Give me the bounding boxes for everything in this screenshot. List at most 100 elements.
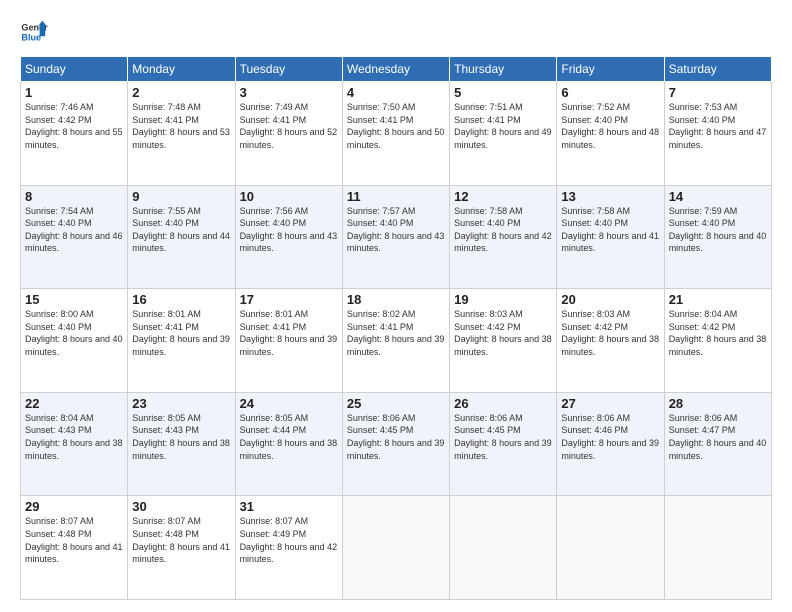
calendar-cell: 7 Sunrise: 7:53 AMSunset: 4:40 PMDayligh… — [664, 82, 771, 186]
day-number: 20 — [561, 292, 659, 307]
calendar-cell: 3 Sunrise: 7:49 AMSunset: 4:41 PMDayligh… — [235, 82, 342, 186]
calendar-table: SundayMondayTuesdayWednesdayThursdayFrid… — [20, 56, 772, 600]
calendar-cell: 6 Sunrise: 7:52 AMSunset: 4:40 PMDayligh… — [557, 82, 664, 186]
day-info: Sunrise: 8:01 AMSunset: 4:41 PMDaylight:… — [132, 309, 230, 357]
day-number: 26 — [454, 396, 552, 411]
day-info: Sunrise: 7:50 AMSunset: 4:41 PMDaylight:… — [347, 102, 445, 150]
logo-icon: General Blue — [20, 18, 48, 46]
day-info: Sunrise: 7:48 AMSunset: 4:41 PMDaylight:… — [132, 102, 230, 150]
calendar-week-3: 15 Sunrise: 8:00 AMSunset: 4:40 PMDaylig… — [21, 289, 772, 393]
calendar-cell: 26 Sunrise: 8:06 AMSunset: 4:45 PMDaylig… — [450, 392, 557, 496]
day-info: Sunrise: 8:06 AMSunset: 4:45 PMDaylight:… — [454, 413, 552, 461]
day-number: 17 — [240, 292, 338, 307]
calendar-cell: 31 Sunrise: 8:07 AMSunset: 4:49 PMDaylig… — [235, 496, 342, 600]
calendar-cell: 13 Sunrise: 7:58 AMSunset: 4:40 PMDaylig… — [557, 185, 664, 289]
calendar-week-4: 22 Sunrise: 8:04 AMSunset: 4:43 PMDaylig… — [21, 392, 772, 496]
calendar-cell: 22 Sunrise: 8:04 AMSunset: 4:43 PMDaylig… — [21, 392, 128, 496]
calendar-cell: 14 Sunrise: 7:59 AMSunset: 4:40 PMDaylig… — [664, 185, 771, 289]
col-header-saturday: Saturday — [664, 57, 771, 82]
calendar-cell: 10 Sunrise: 7:56 AMSunset: 4:40 PMDaylig… — [235, 185, 342, 289]
day-number: 15 — [25, 292, 123, 307]
calendar-cell — [450, 496, 557, 600]
day-number: 1 — [25, 85, 123, 100]
day-number: 6 — [561, 85, 659, 100]
col-header-sunday: Sunday — [21, 57, 128, 82]
calendar-cell: 23 Sunrise: 8:05 AMSunset: 4:43 PMDaylig… — [128, 392, 235, 496]
day-number: 10 — [240, 189, 338, 204]
calendar-cell: 2 Sunrise: 7:48 AMSunset: 4:41 PMDayligh… — [128, 82, 235, 186]
day-info: Sunrise: 8:04 AMSunset: 4:42 PMDaylight:… — [669, 309, 767, 357]
day-number: 3 — [240, 85, 338, 100]
calendar-cell: 19 Sunrise: 8:03 AMSunset: 4:42 PMDaylig… — [450, 289, 557, 393]
calendar-cell: 17 Sunrise: 8:01 AMSunset: 4:41 PMDaylig… — [235, 289, 342, 393]
calendar-cell: 24 Sunrise: 8:05 AMSunset: 4:44 PMDaylig… — [235, 392, 342, 496]
day-info: Sunrise: 7:58 AMSunset: 4:40 PMDaylight:… — [561, 206, 659, 254]
day-number: 19 — [454, 292, 552, 307]
calendar-cell: 25 Sunrise: 8:06 AMSunset: 4:45 PMDaylig… — [342, 392, 449, 496]
day-number: 22 — [25, 396, 123, 411]
calendar-cell: 4 Sunrise: 7:50 AMSunset: 4:41 PMDayligh… — [342, 82, 449, 186]
day-number: 21 — [669, 292, 767, 307]
calendar-cell: 12 Sunrise: 7:58 AMSunset: 4:40 PMDaylig… — [450, 185, 557, 289]
day-number: 30 — [132, 499, 230, 514]
day-info: Sunrise: 8:07 AMSunset: 4:49 PMDaylight:… — [240, 516, 338, 564]
day-number: 24 — [240, 396, 338, 411]
day-number: 4 — [347, 85, 445, 100]
calendar-week-5: 29 Sunrise: 8:07 AMSunset: 4:48 PMDaylig… — [21, 496, 772, 600]
calendar-cell: 18 Sunrise: 8:02 AMSunset: 4:41 PMDaylig… — [342, 289, 449, 393]
day-info: Sunrise: 7:55 AMSunset: 4:40 PMDaylight:… — [132, 206, 230, 254]
calendar-week-2: 8 Sunrise: 7:54 AMSunset: 4:40 PMDayligh… — [21, 185, 772, 289]
page: General Blue SundayMondayTuesdayWednesda… — [0, 0, 792, 612]
calendar-cell: 11 Sunrise: 7:57 AMSunset: 4:40 PMDaylig… — [342, 185, 449, 289]
calendar-cell: 9 Sunrise: 7:55 AMSunset: 4:40 PMDayligh… — [128, 185, 235, 289]
day-info: Sunrise: 8:07 AMSunset: 4:48 PMDaylight:… — [132, 516, 230, 564]
calendar-header-row: SundayMondayTuesdayWednesdayThursdayFrid… — [21, 57, 772, 82]
day-number: 11 — [347, 189, 445, 204]
day-info: Sunrise: 8:04 AMSunset: 4:43 PMDaylight:… — [25, 413, 123, 461]
calendar-cell: 5 Sunrise: 7:51 AMSunset: 4:41 PMDayligh… — [450, 82, 557, 186]
day-info: Sunrise: 8:02 AMSunset: 4:41 PMDaylight:… — [347, 309, 445, 357]
day-info: Sunrise: 8:03 AMSunset: 4:42 PMDaylight:… — [454, 309, 552, 357]
day-number: 29 — [25, 499, 123, 514]
day-info: Sunrise: 7:56 AMSunset: 4:40 PMDaylight:… — [240, 206, 338, 254]
calendar-cell — [664, 496, 771, 600]
col-header-wednesday: Wednesday — [342, 57, 449, 82]
day-info: Sunrise: 7:59 AMSunset: 4:40 PMDaylight:… — [669, 206, 767, 254]
calendar-cell: 28 Sunrise: 8:06 AMSunset: 4:47 PMDaylig… — [664, 392, 771, 496]
day-info: Sunrise: 7:46 AMSunset: 4:42 PMDaylight:… — [25, 102, 123, 150]
day-number: 5 — [454, 85, 552, 100]
day-info: Sunrise: 8:05 AMSunset: 4:44 PMDaylight:… — [240, 413, 338, 461]
calendar-cell: 15 Sunrise: 8:00 AMSunset: 4:40 PMDaylig… — [21, 289, 128, 393]
day-info: Sunrise: 7:52 AMSunset: 4:40 PMDaylight:… — [561, 102, 659, 150]
calendar-cell: 30 Sunrise: 8:07 AMSunset: 4:48 PMDaylig… — [128, 496, 235, 600]
day-info: Sunrise: 7:57 AMSunset: 4:40 PMDaylight:… — [347, 206, 445, 254]
col-header-monday: Monday — [128, 57, 235, 82]
day-info: Sunrise: 7:54 AMSunset: 4:40 PMDaylight:… — [25, 206, 123, 254]
day-info: Sunrise: 8:06 AMSunset: 4:47 PMDaylight:… — [669, 413, 767, 461]
day-info: Sunrise: 8:05 AMSunset: 4:43 PMDaylight:… — [132, 413, 230, 461]
day-info: Sunrise: 7:53 AMSunset: 4:40 PMDaylight:… — [669, 102, 767, 150]
day-number: 7 — [669, 85, 767, 100]
calendar-cell: 27 Sunrise: 8:06 AMSunset: 4:46 PMDaylig… — [557, 392, 664, 496]
day-number: 23 — [132, 396, 230, 411]
col-header-thursday: Thursday — [450, 57, 557, 82]
day-info: Sunrise: 7:51 AMSunset: 4:41 PMDaylight:… — [454, 102, 552, 150]
calendar-cell: 29 Sunrise: 8:07 AMSunset: 4:48 PMDaylig… — [21, 496, 128, 600]
day-number: 31 — [240, 499, 338, 514]
svg-text:Blue: Blue — [21, 32, 41, 42]
col-header-friday: Friday — [557, 57, 664, 82]
calendar-week-1: 1 Sunrise: 7:46 AMSunset: 4:42 PMDayligh… — [21, 82, 772, 186]
calendar-cell: 20 Sunrise: 8:03 AMSunset: 4:42 PMDaylig… — [557, 289, 664, 393]
calendar-cell — [342, 496, 449, 600]
calendar-cell: 16 Sunrise: 8:01 AMSunset: 4:41 PMDaylig… — [128, 289, 235, 393]
calendar-cell: 21 Sunrise: 8:04 AMSunset: 4:42 PMDaylig… — [664, 289, 771, 393]
day-info: Sunrise: 8:03 AMSunset: 4:42 PMDaylight:… — [561, 309, 659, 357]
day-number: 28 — [669, 396, 767, 411]
day-number: 14 — [669, 189, 767, 204]
day-info: Sunrise: 7:58 AMSunset: 4:40 PMDaylight:… — [454, 206, 552, 254]
day-number: 16 — [132, 292, 230, 307]
day-info: Sunrise: 8:06 AMSunset: 4:45 PMDaylight:… — [347, 413, 445, 461]
logo: General Blue — [20, 18, 48, 46]
day-info: Sunrise: 8:00 AMSunset: 4:40 PMDaylight:… — [25, 309, 123, 357]
day-number: 8 — [25, 189, 123, 204]
